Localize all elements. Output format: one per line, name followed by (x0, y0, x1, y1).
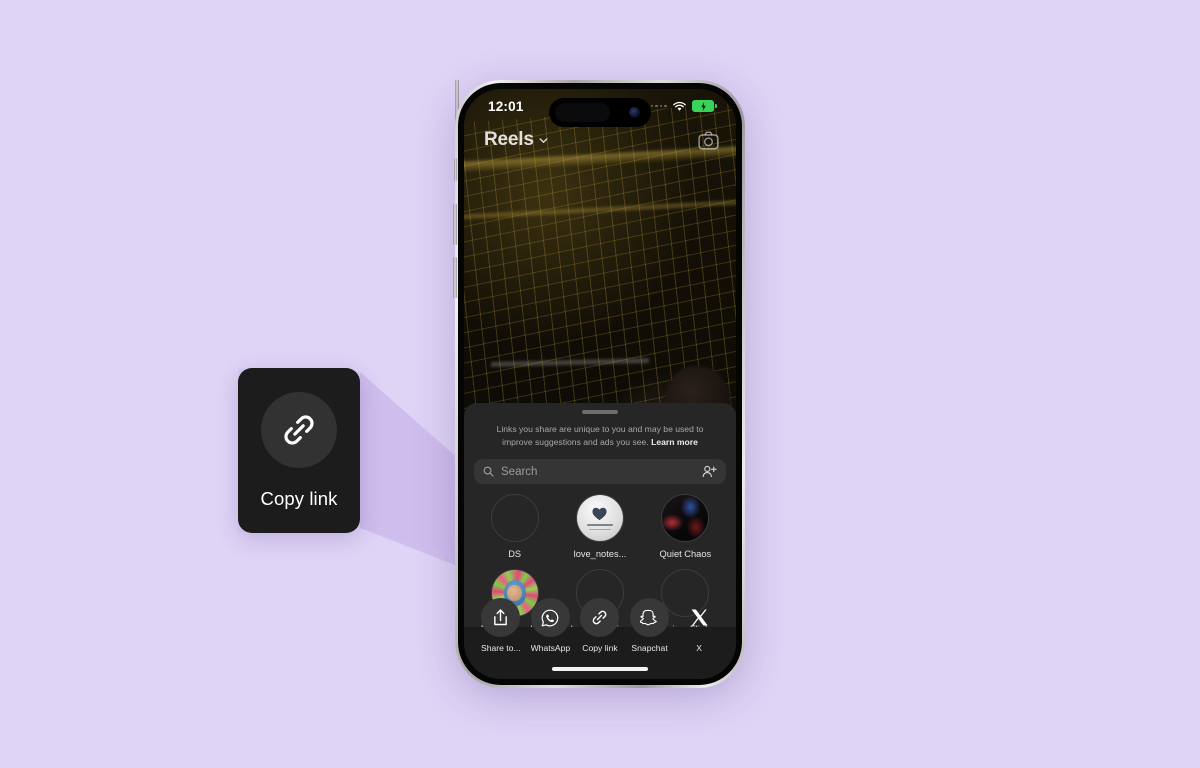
dynamic-island (549, 98, 651, 127)
silent-switch[interactable] (453, 158, 457, 181)
action-whatsapp[interactable]: WhatsApp (526, 598, 576, 653)
home-indicator[interactable] (552, 666, 648, 671)
contact-name: DS (508, 549, 522, 560)
share-actions-row: Share to... WhatsApp Copy link Snapchat … (464, 598, 736, 653)
action-snapchat[interactable]: Snapchat (625, 598, 675, 653)
action-icon-circle (481, 598, 521, 637)
charging-bolt-icon (700, 101, 706, 111)
contact-item[interactable]: Quiet Chaos (643, 494, 728, 561)
front-camera-icon (629, 107, 640, 118)
search-icon (483, 466, 494, 477)
action-icon-circle (530, 598, 570, 637)
search-bar[interactable]: Search (474, 459, 726, 485)
action-share-to[interactable]: Share to... (476, 598, 526, 653)
share-disclaimer: Links you share are unique to you and ma… (486, 423, 714, 448)
x-icon (691, 609, 708, 626)
action-label: Copy link (582, 643, 618, 653)
contact-name: love_notes... (573, 549, 627, 560)
phone-mockup: 12:01 Reels Links you share are unique t… (453, 80, 745, 688)
callout-card-copy-link[interactable]: Copy link (238, 368, 360, 533)
volume-down-button[interactable] (453, 257, 457, 298)
callout-label: Copy link (260, 487, 338, 509)
link-icon (284, 414, 314, 445)
wifi-icon (673, 101, 686, 111)
status-time: 12:01 (488, 98, 524, 114)
action-label: Share to... (480, 643, 521, 653)
action-label: X (696, 643, 703, 653)
action-x[interactable]: X (674, 598, 724, 653)
contact-item[interactable]: DS (472, 494, 557, 561)
heart-icon (592, 507, 608, 521)
action-label: WhatsApp (530, 643, 571, 653)
action-label: Snapchat (631, 643, 668, 653)
snapchat-icon (640, 609, 657, 626)
phone-screen: 12:01 Reels Links you share are unique t… (464, 89, 736, 679)
avatar (575, 494, 624, 543)
share-up-icon (494, 609, 508, 626)
reels-header: Reels (464, 129, 736, 151)
reels-title-dropdown[interactable]: Reels (484, 129, 549, 151)
camera-icon[interactable] (698, 131, 719, 150)
contact-item[interactable]: love_notes... (557, 494, 642, 561)
cellular-dots-icon (650, 104, 667, 108)
chevron-down-icon (539, 137, 548, 143)
share-sheet: Links you share are unique to you and ma… (464, 403, 736, 679)
whatsapp-icon (541, 609, 559, 626)
avatar-image-lovenotes (576, 495, 623, 542)
avatar (490, 494, 539, 543)
add-person-icon[interactable] (702, 465, 717, 478)
learn-more-link[interactable]: Learn more (651, 437, 698, 447)
link-icon (593, 610, 607, 625)
avatar (661, 494, 710, 543)
island-pill (555, 103, 610, 122)
action-icon-circle (580, 598, 620, 637)
status-indicators (650, 100, 717, 112)
action-icon-circle (630, 598, 670, 637)
search-input[interactable]: Search (501, 466, 695, 478)
action-copy-link[interactable]: Copy link (575, 598, 625, 653)
callout-icon-circle (261, 391, 337, 468)
action-icon-circle (680, 598, 719, 637)
contact-name: Quiet Chaos (659, 549, 712, 560)
drag-handle[interactable] (582, 410, 618, 414)
page-title: Reels (484, 129, 534, 150)
battery-charging-icon (692, 100, 717, 112)
volume-up-button[interactable] (453, 204, 457, 245)
avatar-image-quietchaos (662, 495, 709, 542)
